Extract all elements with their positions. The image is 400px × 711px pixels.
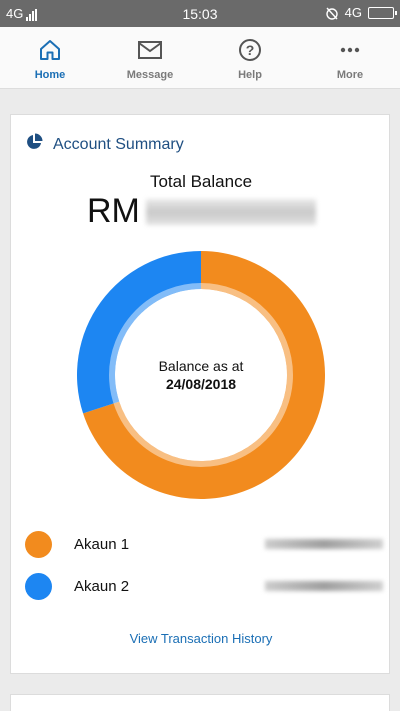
nav-message[interactable]: Message	[100, 27, 200, 88]
pie-chart-icon	[25, 133, 43, 156]
next-card	[10, 694, 390, 711]
akaun-1-color-dot	[25, 530, 52, 558]
top-navigation: Home Message ? Help More	[0, 27, 400, 89]
status-bar: 4G 15:03 4G	[0, 0, 400, 27]
nav-help-label: Help	[238, 69, 262, 81]
donut-center-text: Balance as at 24/08/2018	[77, 251, 325, 499]
card-header: Account Summary	[25, 133, 184, 156]
help-icon: ?	[237, 37, 263, 63]
nav-message-label: Message	[126, 69, 174, 81]
svg-text:?: ?	[246, 42, 255, 58]
nav-more[interactable]: More	[300, 27, 400, 88]
nav-home[interactable]: Home	[0, 27, 100, 88]
account-summary-card: Account Summary Total Balance RM Balance…	[10, 114, 390, 674]
legend-item-akaun-1[interactable]: Akaun 1	[25, 529, 383, 559]
legend-label: Akaun 2	[74, 577, 130, 595]
legend-label: Akaun 1	[74, 535, 130, 553]
nav-help[interactable]: ? Help	[200, 27, 300, 88]
balance-as-at-label: Balance as at	[158, 358, 244, 374]
more-icon	[337, 37, 363, 63]
battery-icon	[368, 6, 397, 19]
akaun-2-color-dot	[25, 572, 52, 600]
alarm-off-icon	[325, 7, 338, 20]
card-title: Account Summary	[53, 135, 184, 153]
currency-label: RM	[87, 192, 140, 230]
balance-date: 24/08/2018	[165, 376, 237, 392]
nav-more-label: More	[336, 69, 364, 81]
home-icon	[37, 37, 63, 63]
status-icons-right: 4G	[325, 5, 397, 20]
masked-balance-value	[145, 198, 316, 225]
total-balance-label: Total Balance	[149, 172, 253, 191]
masked-account-value	[265, 581, 383, 591]
mail-icon	[137, 37, 163, 63]
legend-item-akaun-2[interactable]: Akaun 2	[25, 571, 383, 601]
network-type-right: 4G	[344, 5, 362, 20]
nav-home-label: Home	[34, 69, 66, 81]
total-balance-amount: RM	[87, 192, 316, 231]
masked-account-value	[265, 539, 383, 549]
view-transaction-history-link[interactable]: View Transaction History	[11, 631, 391, 646]
